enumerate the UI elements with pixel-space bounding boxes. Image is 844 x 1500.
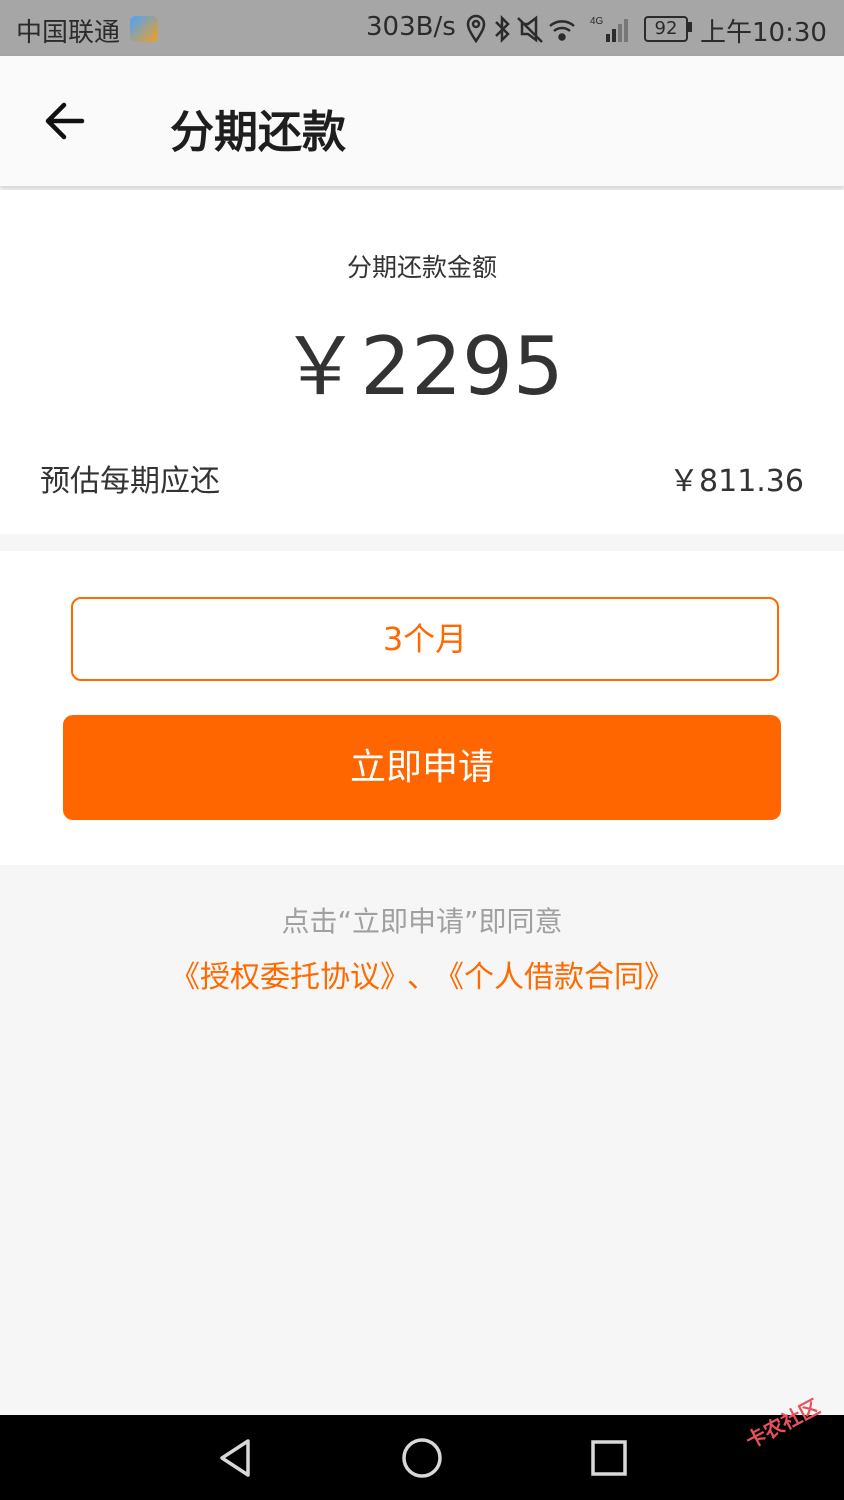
- signal-icon: 4G: [590, 16, 628, 42]
- link-separator: 、: [407, 960, 437, 995]
- per-period-label: 预估每期应还: [40, 464, 220, 499]
- bluetooth-icon: [495, 14, 510, 44]
- battery-icon: 92: [644, 16, 688, 42]
- wifi-icon: [549, 20, 575, 41]
- back-triangle-icon[interactable]: [212, 1435, 258, 1481]
- amount-value: ￥2295: [280, 320, 564, 413]
- agreement-notice: 点击“立即申请”即同意: [281, 905, 563, 938]
- network-type-label: 4G: [590, 16, 604, 27]
- mute-icon: [517, 15, 543, 43]
- carrier-name: 中国联通: [16, 18, 121, 48]
- per-period-value: ￥811.36: [669, 464, 804, 499]
- system-icons: 4G: [466, 14, 628, 44]
- network-speed: 303B/s: [366, 12, 456, 42]
- authorization-agreement-link[interactable]: 《授权委托协议》: [170, 960, 395, 995]
- page-title: 分期还款: [170, 107, 346, 158]
- status-bar: 中国联通 303B/s 4G 92 上午10:30: [0, 0, 844, 56]
- action-card: 3个月 立即申请: [0, 551, 844, 865]
- apply-button[interactable]: 立即申请: [63, 715, 781, 820]
- amount-label: 分期还款金额: [346, 253, 497, 282]
- location-icon: [466, 14, 486, 44]
- clock: 上午10:30: [700, 18, 827, 48]
- home-circle-icon[interactable]: [399, 1435, 445, 1481]
- amount-card: 分期还款金额 ￥2295 预估每期应还 ￥811.36: [0, 190, 844, 534]
- recents-square-icon[interactable]: [586, 1435, 632, 1481]
- system-nav-bar: [0, 1415, 844, 1500]
- term-select-button[interactable]: 3个月: [71, 597, 779, 681]
- app-bar: 分期还款: [0, 56, 844, 186]
- carrier-app-icon: [130, 16, 158, 42]
- back-arrow-icon[interactable]: [36, 96, 96, 146]
- agreement-links: 《授权委托协议》、《个人借款合同》: [0, 952, 844, 996]
- loan-contract-link[interactable]: 《个人借款合同》: [449, 960, 674, 995]
- battery-tip: [688, 22, 692, 32]
